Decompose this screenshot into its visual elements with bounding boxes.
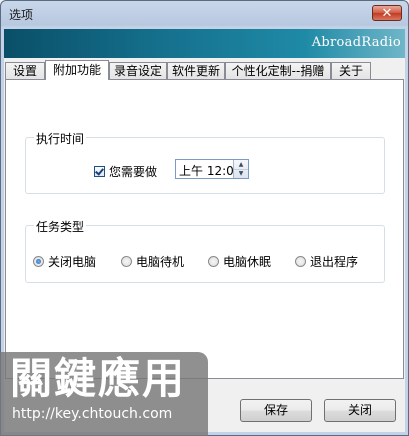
radio-label: 退出程序 <box>310 255 359 269</box>
banner-title: AbroadRadio <box>311 35 401 50</box>
tab-recording[interactable]: 录音设定 <box>109 62 167 79</box>
radio-exit[interactable]: 退出程序 <box>295 253 358 270</box>
tab-label: 软件更新 <box>171 64 220 78</box>
close-icon: ✕ <box>381 6 393 21</box>
radio-icon[interactable] <box>295 256 306 267</box>
tab-label: 设置 <box>12 64 37 78</box>
exec-time-label: 执行时间 <box>34 130 87 147</box>
title-bar[interactable]: 选项 ✕ <box>1 1 408 28</box>
radio-selected-icon[interactable] <box>33 256 44 267</box>
time-picker[interactable]: 上午 12:00 ▲ ▼ <box>175 159 249 179</box>
tab-donate[interactable]: 个性化定制--捐赠 <box>225 62 331 79</box>
tab-addons[interactable]: 附加功能 <box>45 60 109 80</box>
time-spinner[interactable]: ▲ ▼ <box>233 160 248 178</box>
task-type-label: 任务类型 <box>34 218 87 235</box>
watermark-url: http://key.chtouch.com <box>12 406 173 422</box>
do-action-checkbox[interactable]: 您需要做 <box>94 163 157 180</box>
window-close-button[interactable]: ✕ <box>372 5 402 21</box>
watermark: 關鍵應用 http://key.chtouch.com <box>0 352 208 436</box>
radio-label: 电脑休眠 <box>223 255 272 269</box>
task-type-radios: 关闭电脑 电脑待机 电脑休眠 退出程序 <box>33 253 373 269</box>
tab-settings[interactable]: 设置 <box>5 62 45 79</box>
tab-label: 关于 <box>338 64 363 78</box>
spin-down-icon[interactable]: ▼ <box>234 169 248 178</box>
radio-shutdown[interactable]: 关闭电脑 <box>33 253 96 270</box>
radio-label: 电脑待机 <box>136 255 185 269</box>
close-button[interactable]: 关闭 <box>324 399 396 422</box>
radio-standby[interactable]: 电脑待机 <box>121 253 184 270</box>
tab-strip: 设置 附加功能 录音设定 软件更新 个性化定制--捐赠 关于 <box>4 60 405 80</box>
radio-icon[interactable] <box>121 256 132 267</box>
task-type-group: 任务类型 关闭电脑 电脑待机 电脑休眠 退出程序 <box>25 218 385 283</box>
save-button[interactable]: 保存 <box>240 399 312 422</box>
addons-panel: 执行时间 您需要做 上午 12:00 ▲ ▼ 任务类型 关闭电脑 电脑待机 电脑… <box>5 79 404 379</box>
tab-about[interactable]: 关于 <box>331 62 371 79</box>
radio-hibernate[interactable]: 电脑休眠 <box>208 253 271 270</box>
window-title: 选项 <box>9 8 34 22</box>
tab-label: 附加功能 <box>52 63 101 77</box>
radio-label: 关闭电脑 <box>48 255 97 269</box>
radio-icon[interactable] <box>208 256 219 267</box>
tab-label: 录音设定 <box>113 64 162 78</box>
watermark-title: 關鍵應用 <box>10 354 187 403</box>
app-banner: AbroadRadio <box>4 29 405 58</box>
tab-label: 个性化定制--捐赠 <box>231 64 325 78</box>
tab-update[interactable]: 软件更新 <box>167 62 225 79</box>
exec-time-group: 执行时间 您需要做 上午 12:00 ▲ ▼ <box>25 130 385 194</box>
checkbox-checked-icon[interactable] <box>94 166 105 177</box>
checkbox-label: 您需要做 <box>109 165 158 179</box>
